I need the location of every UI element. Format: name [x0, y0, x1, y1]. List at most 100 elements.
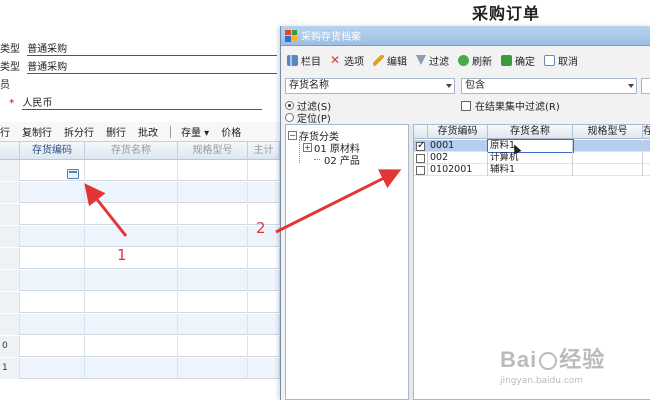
- filter-value-input[interactable]: [641, 78, 650, 94]
- purchase-type-field[interactable]: 类型 普通采购: [0, 40, 278, 56]
- table-row[interactable]: [0, 270, 280, 291]
- col-item-name[interactable]: 存货名称: [85, 142, 178, 160]
- list-item[interactable]: 0001原料1: [414, 139, 650, 153]
- cell-spec[interactable]: [178, 314, 248, 335]
- toolbar-divider: [170, 125, 171, 138]
- row-checkbox[interactable]: [416, 140, 425, 151]
- col-spec[interactable]: 规格型号: [573, 125, 643, 139]
- table-row[interactable]: [0, 314, 280, 335]
- cell-item-name[interactable]: [85, 204, 178, 225]
- cell-unit[interactable]: [248, 358, 280, 379]
- table-row[interactable]: [0, 204, 280, 225]
- collapse-icon[interactable]: −: [288, 131, 297, 140]
- row-checkbox-cell[interactable]: [414, 140, 428, 152]
- cell-item-code[interactable]: [20, 358, 85, 379]
- cell-item-code[interactable]: [20, 270, 85, 291]
- toolbar-split-row[interactable]: 拆分行: [64, 124, 94, 139]
- columns-button[interactable]: 栏目: [287, 53, 321, 68]
- cell-unit[interactable]: [248, 182, 280, 203]
- toolbar-price[interactable]: 价格: [221, 124, 241, 139]
- cell-item-name[interactable]: [85, 336, 178, 357]
- cell-item-code[interactable]: [20, 248, 85, 269]
- cell-spec[interactable]: [178, 226, 248, 247]
- cell-item-name[interactable]: [85, 226, 178, 247]
- table-row[interactable]: [0, 226, 280, 247]
- list-item[interactable]: 0102001 辅料1: [414, 164, 650, 176]
- toolbar-batch-edit[interactable]: 批改: [138, 124, 158, 139]
- col-spec[interactable]: 规格型号: [178, 142, 248, 160]
- row-checkbox[interactable]: [416, 165, 425, 175]
- table-row[interactable]: [0, 292, 280, 313]
- table-row[interactable]: 1: [0, 358, 280, 379]
- toolbar-add-row[interactable]: 行: [0, 124, 10, 139]
- in-result-filter-checkbox[interactable]: 在结果集中过滤(R): [461, 98, 560, 113]
- table-row[interactable]: 0: [0, 336, 280, 357]
- col-item-code[interactable]: 存货编码: [20, 142, 85, 160]
- table-row[interactable]: [0, 160, 280, 181]
- radio-button-selected[interactable]: [285, 101, 294, 110]
- row-checkbox[interactable]: [416, 153, 425, 163]
- refresh-button[interactable]: 刷新: [458, 53, 492, 68]
- toolbar-stock[interactable]: 存量 ▾: [181, 124, 209, 139]
- col-select[interactable]: [414, 125, 428, 139]
- cell-item-code: 0001: [428, 140, 488, 152]
- staff-field[interactable]: 员: [0, 76, 24, 91]
- category-tree: − 存货分类 + 01 原材料 02 产品: [285, 124, 409, 400]
- tree-node-products[interactable]: 02 产品: [314, 152, 360, 167]
- col-item-code[interactable]: 存货编码: [428, 125, 488, 139]
- toolbar-delete-row[interactable]: 删行: [106, 124, 126, 139]
- expand-icon[interactable]: +: [303, 143, 312, 152]
- cell-spec[interactable]: [178, 358, 248, 379]
- cell-spec[interactable]: [178, 270, 248, 291]
- cell-spec[interactable]: [178, 160, 248, 181]
- cell-item-name[interactable]: [85, 314, 178, 335]
- cell-unit[interactable]: [248, 314, 280, 335]
- row-checkbox-cell[interactable]: [414, 152, 428, 164]
- edit-button[interactable]: 编辑: [373, 53, 407, 68]
- cell-item-code[interactable]: [20, 204, 85, 225]
- filter-operator-select[interactable]: 包含: [461, 78, 637, 94]
- toolbar-copy-row[interactable]: 复制行: [22, 124, 52, 139]
- checkbox[interactable]: [461, 100, 471, 111]
- cell-spec[interactable]: [178, 292, 248, 313]
- options-button[interactable]: ✕ 选项: [330, 53, 364, 68]
- cell-item-code[interactable]: [20, 314, 85, 335]
- cell-unit[interactable]: [248, 336, 280, 357]
- row-checkbox-cell[interactable]: [414, 164, 428, 176]
- cell-unit[interactable]: [248, 292, 280, 313]
- cell-item-name[interactable]: [85, 292, 178, 313]
- col-more[interactable]: 存: [643, 125, 650, 139]
- cell-unit[interactable]: [248, 248, 280, 269]
- col-item-name[interactable]: 存货名称: [488, 125, 573, 139]
- cell-spec[interactable]: [178, 248, 248, 269]
- cell-item-name[interactable]: [85, 248, 178, 269]
- cell-item-name[interactable]: [85, 270, 178, 291]
- table-row[interactable]: [0, 248, 280, 269]
- cell-item-code[interactable]: [20, 292, 85, 313]
- business-type-field[interactable]: 类型 普通采购: [0, 58, 278, 74]
- cell-item-code[interactable]: [20, 336, 85, 357]
- filter-field-select[interactable]: 存货名称: [285, 78, 455, 94]
- cell-item-name[interactable]: [85, 160, 178, 181]
- cell-item-name[interactable]: [85, 182, 178, 203]
- currency-field[interactable]: * 人民币: [0, 94, 263, 110]
- cancel-button[interactable]: 取消: [544, 53, 578, 68]
- cell-item-name[interactable]: [85, 358, 178, 379]
- cell-unit[interactable]: [248, 160, 280, 181]
- list-item[interactable]: 002 计算机: [414, 152, 650, 164]
- table-row[interactable]: [0, 182, 280, 203]
- reference-lookup-icon[interactable]: [67, 169, 79, 179]
- cell-spec: [573, 140, 643, 152]
- filter-button[interactable]: 过滤: [416, 53, 449, 68]
- cell-item-code[interactable]: [20, 226, 85, 247]
- col-unit[interactable]: 主计: [248, 142, 280, 160]
- cell-spec[interactable]: [178, 182, 248, 203]
- dialog-titlebar[interactable]: 采购存货档案: [281, 26, 650, 46]
- cell-item-code[interactable]: [20, 182, 85, 203]
- cell-spec[interactable]: [178, 204, 248, 225]
- radio-locate[interactable]: 定位(P): [285, 110, 331, 125]
- radio-button[interactable]: [285, 113, 294, 122]
- cell-spec[interactable]: [178, 336, 248, 357]
- cell-unit[interactable]: [248, 270, 280, 291]
- confirm-button[interactable]: 确定: [501, 53, 535, 68]
